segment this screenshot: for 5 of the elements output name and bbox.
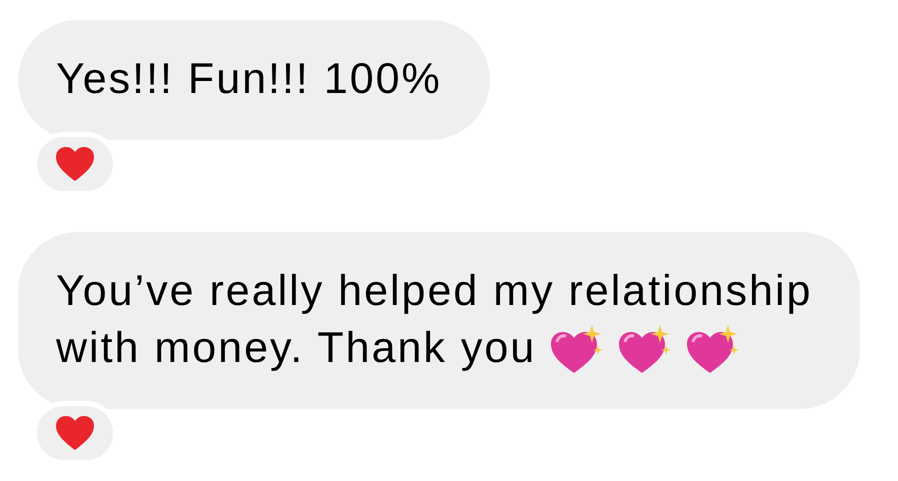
- message-text: Yes!!! Fun!!! 100%: [56, 54, 442, 105]
- heart-icon: [55, 415, 95, 451]
- message-text: with money. Thank you: [56, 323, 536, 374]
- message-text: You’ve really helped my relationship: [56, 266, 812, 317]
- heart-icon: [55, 146, 95, 182]
